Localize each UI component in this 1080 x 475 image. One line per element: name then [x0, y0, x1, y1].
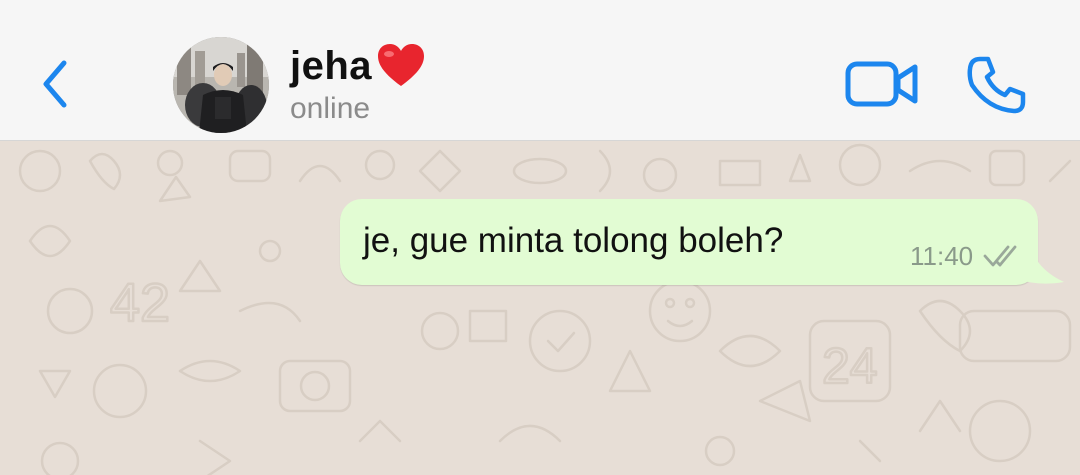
bubble-tail: [1020, 242, 1064, 284]
chat-area[interactable]: 42 24 je, gue minta tolong boleh? 11:40: [0, 141, 1080, 475]
video-call-button[interactable]: [845, 58, 919, 110]
chat-wallpaper: 42 24: [18, 143, 1072, 475]
chat-screen: jeha online 42 24 je, gue minta tolong b…: [0, 0, 1080, 475]
chat-header: jeha online: [0, 0, 1080, 141]
svg-text:42: 42: [110, 273, 170, 333]
red-heart-icon: [378, 44, 425, 86]
voice-call-button[interactable]: [966, 55, 1028, 115]
message-text: je, gue minta tolong boleh?: [363, 221, 784, 260]
phone-icon: [967, 56, 1026, 114]
contact-status: online: [290, 92, 371, 125]
back-button[interactable]: [30, 52, 80, 116]
message-time: 11:40: [910, 241, 974, 271]
chevron-left-icon: [43, 60, 67, 108]
contact-name-text: jeha: [290, 44, 373, 88]
avatar[interactable]: [173, 37, 269, 133]
svg-text:24: 24: [822, 338, 878, 394]
contact-photo: [173, 37, 269, 133]
contact-name[interactable]: jeha: [290, 42, 426, 90]
message-bubble-outgoing[interactable]: je, gue minta tolong boleh? 11:40: [340, 199, 1038, 285]
video-camera-icon: [845, 61, 918, 107]
